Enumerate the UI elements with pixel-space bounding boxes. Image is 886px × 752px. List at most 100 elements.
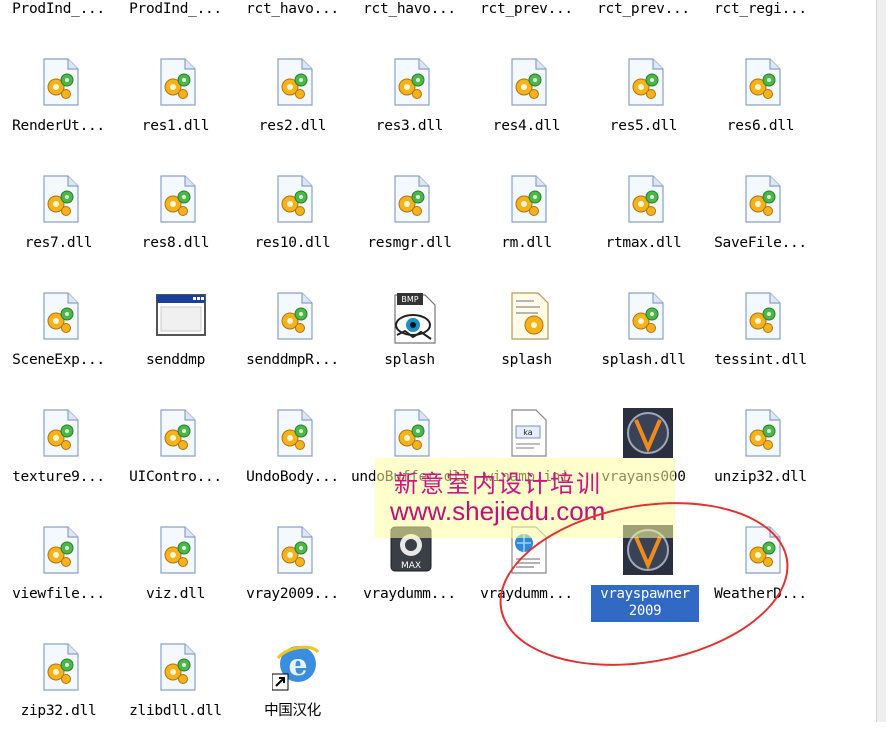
file-tile[interactable]: res7.dll	[0, 174, 117, 284]
file-tile[interactable]: res2.dll	[234, 57, 351, 167]
file-tile[interactable]: RenderUt...	[0, 57, 117, 167]
file-tile[interactable]: res1.dll	[117, 57, 234, 167]
file-tile[interactable]: rct_prev...	[468, 0, 585, 50]
file-tile[interactable]: rct_prev...	[585, 0, 702, 50]
vray-app-icon[interactable]	[623, 408, 673, 458]
file-label: rct_prev...	[480, 1, 573, 17]
file-tile[interactable]: UndoBody...	[234, 408, 351, 518]
file-tile[interactable]: e 中国汉化	[234, 642, 351, 752]
file-tile[interactable]: ProdInd_...	[0, 0, 117, 50]
file-label: RenderUt...	[12, 118, 105, 134]
file-label: UndoBody...	[246, 469, 339, 485]
dll-file-icon[interactable]	[623, 57, 667, 107]
file-label: vraydumm...	[363, 586, 456, 602]
dll-file-icon[interactable]	[623, 291, 667, 341]
file-tile[interactable]: splash	[468, 291, 585, 401]
file-label: res7.dll	[24, 235, 93, 251]
dll-file-icon[interactable]	[272, 57, 316, 107]
svg-text:ka: ka	[523, 428, 532, 437]
file-label: rct_regi...	[714, 1, 807, 17]
dll-file-icon[interactable]	[272, 174, 316, 224]
dll-file-icon[interactable]	[38, 174, 82, 224]
file-tile[interactable]: unzip32.dll	[702, 408, 819, 518]
dll-file-icon[interactable]	[38, 57, 82, 107]
svg-text:MAX: MAX	[401, 561, 421, 571]
file-tile[interactable]: viz.dll	[117, 525, 234, 635]
svg-text:e: e	[288, 648, 307, 683]
file-tile[interactable]: viewfile...	[0, 525, 117, 635]
file-tile[interactable]: zip32.dll	[0, 642, 117, 752]
file-label: res4.dll	[492, 118, 561, 134]
file-label: res5.dll	[609, 118, 678, 134]
file-tile[interactable]: rtmax.dll	[585, 174, 702, 284]
file-tile[interactable]: SceneExp...	[0, 291, 117, 401]
file-label: vray2009...	[246, 586, 339, 602]
dll-file-icon[interactable]	[389, 408, 433, 458]
file-tile[interactable]: tessint.dll	[702, 291, 819, 401]
file-tile[interactable]: ProdInd_...	[117, 0, 234, 50]
dll-file-icon[interactable]	[389, 57, 433, 107]
dll-file-icon[interactable]	[155, 57, 199, 107]
ie-shortcut-icon[interactable]: e	[271, 642, 320, 692]
application-window-icon[interactable]	[155, 291, 206, 341]
ini-config-icon[interactable]	[506, 291, 550, 341]
dll-file-icon[interactable]	[740, 291, 784, 341]
file-label: rct_havo...	[363, 1, 456, 17]
file-label: rct_havo...	[246, 1, 339, 17]
file-label: rtmax.dll	[605, 235, 682, 251]
file-tile[interactable]: senddmp	[117, 291, 234, 401]
dll-file-icon[interactable]	[155, 408, 199, 458]
dll-file-icon[interactable]	[389, 174, 433, 224]
file-tile[interactable]: SaveFile...	[702, 174, 819, 284]
dll-file-icon[interactable]	[38, 525, 82, 575]
svg-text:BMP: BMP	[401, 295, 418, 304]
dll-file-icon[interactable]	[623, 174, 667, 224]
dll-file-icon[interactable]	[38, 291, 82, 341]
file-tile[interactable]: res10.dll	[234, 174, 351, 284]
file-label: texture9...	[12, 469, 105, 485]
file-tile[interactable]: splash.dll	[585, 291, 702, 401]
file-tile[interactable]: senddmpR...	[234, 291, 351, 401]
dll-file-icon[interactable]	[506, 174, 550, 224]
file-label: 中国汉化	[264, 703, 321, 719]
window-right-border	[876, 0, 886, 722]
file-label: senddmp	[145, 352, 205, 368]
file-tile[interactable]: rm.dll	[468, 174, 585, 284]
file-tile[interactable]: res8.dll	[117, 174, 234, 284]
file-tile[interactable]: rct_havo...	[234, 0, 351, 50]
file-tile[interactable]: texture9...	[0, 408, 117, 518]
file-tile[interactable]: BMP splash	[351, 291, 468, 401]
dll-file-icon[interactable]	[38, 642, 82, 692]
dll-file-icon[interactable]	[740, 57, 784, 107]
bmp-image-icon[interactable]: BMP	[389, 291, 436, 344]
dll-file-icon[interactable]	[740, 174, 784, 224]
file-label: splash	[501, 352, 552, 368]
file-tile[interactable]: MAX vraydumm...	[351, 525, 468, 635]
dll-file-icon[interactable]	[155, 642, 199, 692]
file-tile[interactable]: res4.dll	[468, 57, 585, 167]
file-label: splash	[384, 352, 435, 368]
file-label: ProdInd_...	[129, 1, 222, 17]
file-tile[interactable]: vray2009...	[234, 525, 351, 635]
file-tile[interactable]: res3.dll	[351, 57, 468, 167]
dll-file-icon[interactable]	[155, 525, 199, 575]
file-label: rm.dll	[501, 235, 552, 251]
file-label: SaveFile...	[714, 235, 807, 251]
file-tile[interactable]: res5.dll	[585, 57, 702, 167]
file-label: splash.dll	[601, 352, 686, 368]
dll-file-icon[interactable]	[38, 408, 82, 458]
file-tile[interactable]: rct_regi...	[702, 0, 819, 50]
file-tile[interactable]: rct_havo...	[351, 0, 468, 50]
file-tile[interactable]: zlibdll.dll	[117, 642, 234, 752]
dll-file-icon[interactable]	[740, 408, 784, 458]
dll-file-icon[interactable]	[272, 291, 316, 341]
file-tile[interactable]: UIContro...	[117, 408, 234, 518]
dll-file-icon[interactable]	[506, 57, 550, 107]
file-tile[interactable]: res6.dll	[702, 57, 819, 167]
ini-settings-icon[interactable]: ka	[506, 408, 550, 458]
dll-file-icon[interactable]	[155, 174, 199, 224]
dll-file-icon[interactable]	[272, 525, 316, 575]
dll-file-icon[interactable]	[272, 408, 316, 458]
file-tile[interactable]: resmgr.dll	[351, 174, 468, 284]
file-label: res1.dll	[141, 118, 210, 134]
